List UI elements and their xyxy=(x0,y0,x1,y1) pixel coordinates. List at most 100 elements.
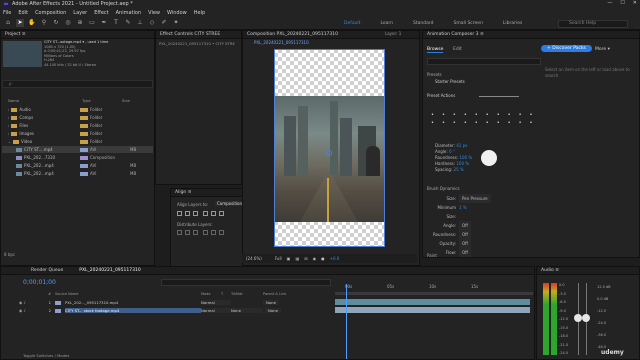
label-swatch[interactable] xyxy=(80,171,88,176)
eye-icon[interactable]: ◉ ♪ xyxy=(19,308,37,313)
minimize-button[interactable]: — xyxy=(607,0,612,6)
hand-tool-icon[interactable]: ✋ xyxy=(28,19,36,27)
mask-visibility-icon[interactable]: ⊞ xyxy=(304,256,307,261)
label-swatch[interactable] xyxy=(80,155,88,160)
label-swatch[interactable] xyxy=(80,139,88,144)
parent-select[interactable]: None xyxy=(263,300,279,305)
menu-layer[interactable]: Layer xyxy=(73,10,87,16)
help-search-input[interactable]: Search Help xyxy=(558,20,628,28)
current-time-display[interactable]: 0;00;01;00 xyxy=(23,279,56,286)
workspace-learn[interactable]: Learn xyxy=(380,21,393,26)
parent-select[interactable]: None xyxy=(265,308,281,313)
selection-tool-icon[interactable]: ➤ xyxy=(16,19,24,27)
layer-duration-bar[interactable] xyxy=(335,299,530,305)
tab-render-queue[interactable]: Render Queue xyxy=(31,267,63,274)
comp-name-tab[interactable]: PXL_20240221_095117310 xyxy=(254,40,309,45)
zoom-tool-icon[interactable]: ⚲ xyxy=(40,19,48,27)
region-of-interest-icon[interactable]: ▣ xyxy=(287,256,291,261)
home-icon[interactable]: ⌂ xyxy=(4,19,12,27)
show-channel-icon[interactable]: ● xyxy=(321,256,325,261)
preset-actions-select[interactable]: Preset Actions xyxy=(427,93,455,98)
opacity-dynamics-select[interactable]: Off xyxy=(459,239,471,248)
angle-value[interactable]: 0 ° xyxy=(449,149,455,154)
diameter-value[interactable]: 41 px xyxy=(456,143,467,148)
eye-icon[interactable]: ◉ ♪ xyxy=(19,300,37,305)
align-bottom-icon[interactable] xyxy=(219,211,224,216)
resolution-select[interactable]: Full xyxy=(275,256,282,261)
menu-help[interactable]: Help xyxy=(194,10,205,16)
distribute-top-icon[interactable] xyxy=(177,230,182,235)
align-vcenter-icon[interactable] xyxy=(211,211,216,216)
distribute-vcenter-icon[interactable] xyxy=(185,230,190,235)
time-ruler[interactable]: 00s 05s 10s 15s xyxy=(335,284,533,292)
distribute-left-icon[interactable] xyxy=(203,230,208,235)
clone-stamp-icon[interactable]: ⊥ xyxy=(136,19,144,27)
camera-snapshot-icon[interactable]: ◉ xyxy=(313,256,317,261)
timeline-search-input[interactable] xyxy=(161,279,331,286)
label-swatch[interactable] xyxy=(80,107,88,112)
flow-dynamics-select[interactable]: Off xyxy=(459,248,471,257)
pen-tool-icon[interactable]: ✒ xyxy=(100,19,108,27)
list-item[interactable]: › Audio Folder xyxy=(2,106,153,113)
work-area-bar[interactable] xyxy=(335,292,533,295)
label-swatch[interactable] xyxy=(80,163,88,168)
label-swatch[interactable] xyxy=(80,115,88,120)
track-matte-select[interactable]: None xyxy=(231,308,263,313)
more-menu[interactable]: More ▾ xyxy=(595,47,610,52)
menu-window[interactable]: Window xyxy=(167,10,187,16)
spacing-value[interactable]: 25 % xyxy=(454,167,464,172)
maximize-button[interactable]: ☐ xyxy=(620,0,624,6)
fader-right-knob[interactable] xyxy=(582,314,590,322)
list-item[interactable]: ⌄ Video Folder xyxy=(2,138,153,145)
tab-browse[interactable]: Browse xyxy=(427,47,444,53)
distribute-hcenter-icon[interactable] xyxy=(211,230,216,235)
align-to-select[interactable]: Composition xyxy=(215,201,244,206)
table-row[interactable]: ◉ ♪ 1 PXL_202..._095117310.mp4 Normal No… xyxy=(19,299,333,306)
layer-tab[interactable]: Layer: 1 xyxy=(385,30,401,38)
exposure-value[interactable]: +0.0 xyxy=(330,256,340,261)
list-item[interactable]: › Images Folder xyxy=(2,130,153,137)
list-item[interactable]: PXL_202...mp4 AVI MB xyxy=(2,162,153,169)
layer-label-swatch[interactable] xyxy=(55,300,61,305)
playhead[interactable] xyxy=(346,284,347,359)
list-item[interactable]: › Files Folder xyxy=(2,122,153,129)
transparency-grid-icon[interactable]: ▦ xyxy=(295,256,299,261)
starter-presets-item[interactable]: Starter Presets xyxy=(427,79,541,86)
roundness-dynamics-select[interactable]: Off xyxy=(459,230,471,239)
table-row[interactable]: ◉ ♪ 2 CITY ST... stock footage.mp4 Norma… xyxy=(19,307,333,314)
col-name[interactable]: Name xyxy=(2,98,82,104)
fader-left-knob[interactable] xyxy=(574,314,582,322)
pan-behind-icon[interactable]: ⊕ xyxy=(76,19,84,27)
label-swatch[interactable] xyxy=(80,123,88,128)
roundness-value[interactable]: 100 % xyxy=(459,155,472,160)
paint-label[interactable]: Paint xyxy=(427,253,437,258)
layer-bounding-box[interactable] xyxy=(274,49,385,247)
magnification-select[interactable]: (24.6%) xyxy=(246,256,262,261)
type-tool-icon[interactable]: T xyxy=(112,19,120,27)
close-button[interactable]: ✕ xyxy=(633,0,637,6)
align-hcenter-icon[interactable] xyxy=(185,211,190,216)
camera-tool-icon[interactable]: ◎ xyxy=(64,19,72,27)
layer-name[interactable]: CITY ST... stock footage.mp4 xyxy=(65,308,201,313)
toggle-switches-modes[interactable]: Toggle Switches / Modes xyxy=(23,353,69,358)
menu-file[interactable]: File xyxy=(3,10,11,16)
list-item[interactable]: › Comps Folder xyxy=(2,114,153,121)
align-left-icon[interactable] xyxy=(177,211,182,216)
blend-mode-select[interactable]: Normal xyxy=(201,308,231,313)
preset-search-input[interactable] xyxy=(427,58,541,65)
menu-view[interactable]: View xyxy=(148,10,160,16)
preset-slider[interactable] xyxy=(479,96,519,97)
tab-edit[interactable]: Edit xyxy=(453,47,462,52)
discover-packs-button[interactable]: + Discover Packs xyxy=(541,45,592,52)
size-dynamics-select[interactable]: Pen Pressure xyxy=(459,194,491,203)
effect-controls-tab[interactable]: Effect Controls CITY STREE xyxy=(156,31,241,39)
rotate-tool-icon[interactable]: ↻ xyxy=(52,19,60,27)
distribute-bottom-icon[interactable] xyxy=(193,230,198,235)
audio-tab[interactable]: Audio ≡ xyxy=(537,267,639,275)
anchor-point-icon[interactable] xyxy=(326,150,332,156)
label-swatch[interactable] xyxy=(80,147,88,152)
animation-composer-tab[interactable]: Animation Composer 3 ≡ xyxy=(423,31,639,39)
label-swatch[interactable] xyxy=(80,131,88,136)
layer-name[interactable]: PXL_202..._095117310.mp4 xyxy=(65,300,201,305)
layer-label-swatch[interactable] xyxy=(55,308,61,313)
